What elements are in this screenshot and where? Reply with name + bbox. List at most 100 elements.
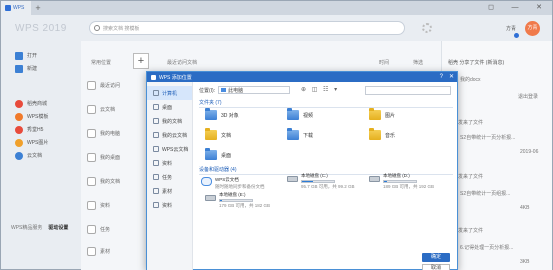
sidebar-item-cloud[interactable]: 云文档: [1, 149, 81, 162]
dialog-side-data[interactable]: 资料: [147, 156, 192, 170]
search-input[interactable]: 搜索文档 搜模板: [89, 21, 405, 35]
folder-pictures[interactable]: 图片: [369, 108, 396, 120]
picture-icon: [15, 138, 23, 147]
user-name[interactable]: 方青: [506, 25, 516, 32]
drive-d[interactable]: 本地磁盘 (D:) 189 GB 可用，共 192 GB: [369, 173, 434, 190]
dialog-side-label: 任务: [162, 174, 173, 181]
sidebar-item-label: WPS图片: [27, 140, 49, 146]
cloud-icon: [153, 146, 159, 152]
folder-label: 文档: [221, 132, 232, 139]
hard-drive-icon: [369, 176, 380, 182]
folder-music[interactable]: 音乐: [369, 128, 396, 140]
nav-computer[interactable]: 我的电脑: [87, 129, 120, 138]
new-tab-button[interactable]: +: [31, 3, 45, 13]
sort-by-time[interactable]: 时间: [379, 59, 389, 66]
dialog-side-my-docs[interactable]: 我的文档: [147, 114, 192, 128]
panel-row[interactable]: S2自带统计一页分析报...: [448, 133, 515, 142]
folder-label: 图片: [385, 112, 396, 119]
folder-label: 音乐: [385, 132, 396, 139]
sidebar-item-label: 打开: [27, 53, 38, 59]
folder-icon: [153, 174, 159, 180]
location-row: 位置(I): 此电脑: [199, 86, 291, 94]
sidebar-item-label: WPS模板: [27, 114, 49, 120]
sidebar-item-open[interactable]: 打开: [1, 49, 81, 62]
sidebar-item-templates[interactable]: WPS模板: [1, 110, 81, 123]
recent-docs-title: 最近访问文档: [167, 60, 198, 66]
dialog-side-computer[interactable]: 计算机: [147, 86, 192, 100]
common-locations-title: 常用位置: [91, 60, 112, 66]
add-location-button[interactable]: +: [133, 53, 149, 69]
folder-icon: [87, 201, 96, 210]
video-folder-icon: [287, 108, 299, 120]
drive-e[interactable]: 本地磁盘 (E:) 179 GB 可用，共 182 GB: [205, 192, 270, 209]
dialog-side-tasks[interactable]: 任务: [147, 170, 192, 184]
location-select[interactable]: 此电脑: [218, 86, 291, 94]
nav-documents[interactable]: 我的文档: [87, 177, 120, 186]
restore-button[interactable]: ◻: [483, 1, 499, 15]
nav-label: 资料: [100, 203, 111, 209]
sidebar-item-h5[interactable]: 秀堂H5: [1, 123, 81, 136]
dialog-title-bar: WPS 添加位置 ? ✕: [147, 72, 457, 82]
minimize-button[interactable]: —: [507, 1, 523, 15]
view-toolbar[interactable]: ⊕ ◫ ☷ ▾: [301, 86, 339, 93]
premium-service-link[interactable]: WPS精品服务: [11, 224, 42, 231]
nav-data[interactable]: 资料: [87, 201, 110, 210]
cancel-button[interactable]: 取消: [422, 264, 450, 270]
help-button[interactable]: ?: [440, 72, 443, 82]
dialog-title: WPS 添加位置: [159, 74, 192, 81]
settings-gear-icon[interactable]: [422, 23, 432, 33]
dialog-side-label: 我的云文档: [162, 132, 188, 139]
folder-icon: [87, 247, 96, 256]
drive-name: WPS云文档: [215, 177, 239, 182]
picture-folder-icon: [369, 108, 381, 120]
add-location-dialog: WPS 添加位置 ? ✕ 计算机 桌面 我的文档 我的云文档 WPS云文档 资料…: [146, 71, 458, 270]
dialog-close-button[interactable]: ✕: [449, 72, 454, 82]
folder-icon: [153, 202, 159, 208]
computer-icon: [87, 129, 96, 138]
hard-drive-icon: [205, 195, 216, 201]
computer-icon: [153, 90, 159, 96]
dialog-side-materials[interactable]: 素材: [147, 184, 192, 198]
folders-section-header[interactable]: 文件夹 (7): [199, 99, 453, 108]
close-button[interactable]: ✕: [531, 1, 547, 15]
nav-recent[interactable]: 最近访问: [87, 81, 120, 90]
folder-3d-objects[interactable]: 3D 对象: [205, 108, 239, 120]
dialog-search-input[interactable]: [365, 86, 451, 95]
sidebar-item-new[interactable]: 新建: [1, 62, 81, 75]
folder-videos[interactable]: 视频: [287, 108, 313, 120]
document-icon: [153, 118, 159, 124]
sidebar-item-docer[interactable]: 稻壳商城: [1, 97, 81, 110]
wps-brand: WPS 2019: [15, 23, 67, 34]
wps-logo-icon: [151, 74, 156, 80]
location-value: 此电脑: [228, 87, 244, 94]
drive-wps-cloud[interactable]: WPS云文档 随时随地同步和备份文档: [201, 177, 265, 190]
folder-icon: [153, 188, 159, 194]
sidebar-item-pictures[interactable]: WPS图片: [1, 136, 81, 149]
drive-c[interactable]: 本地磁盘 (C:) 95.7 GB 可用，共 99.2 GB: [287, 173, 355, 190]
panel-row[interactable]: 退出登录: [518, 93, 538, 100]
tab-wps[interactable]: WPS: [1, 1, 31, 15]
nav-tasks[interactable]: 任务: [87, 225, 110, 234]
nav-cloud[interactable]: 云文档: [87, 105, 115, 114]
avatar[interactable]: 方青: [525, 21, 540, 36]
dialog-side-my-cloud[interactable]: 我的云文档: [147, 128, 192, 142]
clock-icon: [87, 81, 96, 90]
folder-documents[interactable]: 文档: [205, 128, 232, 140]
dialog-side-wps-cloud[interactable]: WPS云文档: [147, 142, 192, 156]
folder-desktop[interactable]: 桌面: [205, 148, 231, 160]
location-label: 位置(I):: [199, 87, 216, 94]
nav-materials[interactable]: 素材: [87, 247, 110, 256]
dialog-side-data-2[interactable]: 资料: [147, 198, 192, 212]
dialog-side-label: 素材: [162, 188, 173, 195]
confirm-button[interactable]: 确定: [422, 253, 450, 262]
search-placeholder: 搜索文档 搜模板: [103, 25, 140, 32]
filter-button[interactable]: 筛选: [413, 59, 423, 66]
download-folder-icon: [287, 128, 299, 140]
panel-row-label: 我的docx: [460, 76, 481, 83]
dialog-side-label: 资料: [162, 160, 173, 167]
folder-downloads[interactable]: 下载: [287, 128, 313, 140]
dialog-side-desktop[interactable]: 桌面: [147, 100, 192, 114]
nav-desktop[interactable]: 我的桌面: [87, 153, 120, 162]
drive-subtitle: 随时随地同步和备份文档: [215, 184, 265, 189]
driver-settings-link[interactable]: 驱动设置: [48, 224, 68, 231]
